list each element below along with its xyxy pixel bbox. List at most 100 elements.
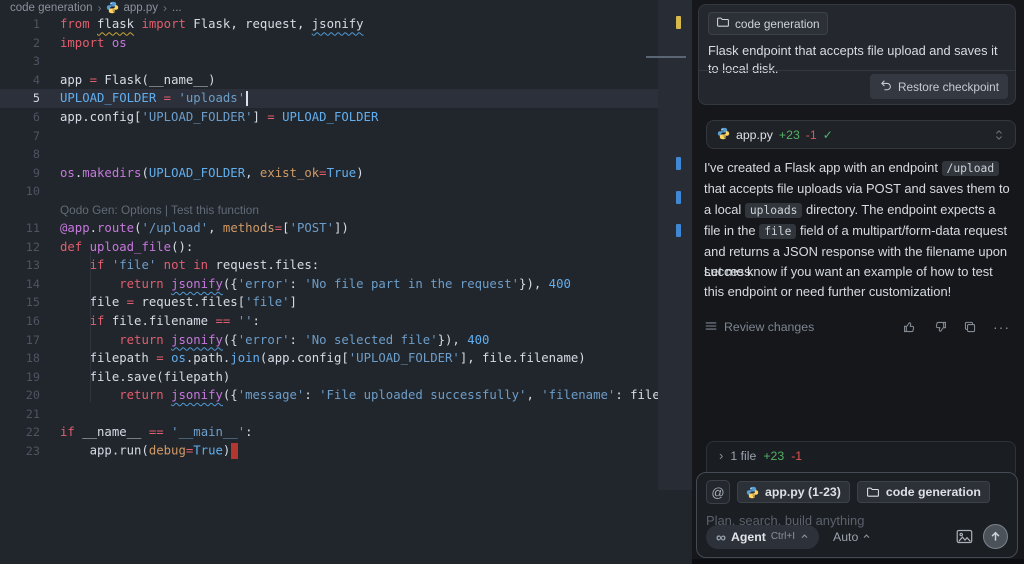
line-number: 5 xyxy=(32,91,40,106)
more-options-icon[interactable]: ··· xyxy=(993,319,1010,335)
check-icon: ✓ xyxy=(822,127,833,142)
line-number: 6 xyxy=(32,110,40,124)
context-chip-code-generation[interactable]: code generation xyxy=(856,481,990,503)
code-line[interactable]: 2 import os xyxy=(0,34,692,53)
line-number: 22 xyxy=(25,425,40,440)
context-chip-app-py-1-23-[interactable]: app.py (1-23) xyxy=(737,481,850,503)
code-line[interactable]: 5 UPLOAD_FOLDER = 'uploads' xyxy=(0,89,692,108)
folder-icon xyxy=(716,15,730,32)
python-icon xyxy=(717,127,730,143)
lines-removed: -1 xyxy=(791,449,803,463)
thumbs-down-icon[interactable] xyxy=(933,320,947,334)
code-line[interactable]: 12 def upload_file(): xyxy=(0,238,692,257)
send-button[interactable] xyxy=(983,524,1008,549)
scrollbar-overview-ruler[interactable] xyxy=(646,0,692,490)
breadcrumb-folder[interactable]: code generation xyxy=(10,2,92,14)
breadcrumb-more[interactable]: ... xyxy=(172,2,182,14)
code-line[interactable]: 9 os.makedirs(UPLOAD_FOLDER, exist_ok=Tru… xyxy=(0,163,692,182)
code-line[interactable]: 15 file = request.files['file'] xyxy=(0,293,692,312)
files-count: 1 file xyxy=(730,449,757,463)
code-line[interactable]: 6 app.config['UPLOAD_FOLDER'] = UPLOAD_FO… xyxy=(0,108,692,127)
text-cursor xyxy=(246,90,248,106)
line-number: 15 xyxy=(25,295,40,310)
chat-composer[interactable]: @ app.py (1-23) code generation Plan, se… xyxy=(696,472,1018,558)
ai-chat-panel: code generation Flask endpoint that acce… xyxy=(692,0,1024,564)
ide-window: code generation › app.py › ... 1 from fla… xyxy=(0,0,1024,564)
code-line[interactable]: 1 from flask import Flask, request, jsoni… xyxy=(0,15,692,34)
lines-added: +23 xyxy=(778,127,800,142)
line-number: 4 xyxy=(32,72,40,87)
list-icon xyxy=(704,319,718,336)
model-selector[interactable]: Auto xyxy=(833,530,871,544)
chevron-up-icon xyxy=(862,532,871,541)
code-line[interactable]: 23 app.run(debug=True) xyxy=(0,442,692,461)
edit-marker xyxy=(231,442,239,459)
panel-bottom-strip xyxy=(692,559,1024,564)
code-line[interactable]: 7 xyxy=(0,126,692,145)
review-changes-link[interactable]: Review changes xyxy=(704,319,814,336)
thumbs-up-icon[interactable] xyxy=(903,320,917,334)
code-line[interactable]: 18 filepath = os.path.join(app.config['U… xyxy=(0,349,692,368)
code-line[interactable]: 3 xyxy=(0,52,692,71)
code-line[interactable]: 16 if file.filename == '': xyxy=(0,312,692,331)
code-line[interactable]: 8 xyxy=(0,145,692,164)
minimap-slider-edge xyxy=(646,56,686,58)
inline-code: /upload xyxy=(941,161,1000,176)
undo-icon xyxy=(879,78,893,95)
line-number: 11 xyxy=(25,221,40,236)
add-context-button[interactable]: @ xyxy=(706,480,730,504)
code-line[interactable]: 21 xyxy=(0,404,692,423)
line-number: 20 xyxy=(25,388,40,403)
code-line[interactable]: 20 return jsonify({'message': 'File uplo… xyxy=(0,386,692,405)
line-number: 18 xyxy=(25,351,40,366)
copy-icon[interactable] xyxy=(963,320,977,334)
line-number: 1 xyxy=(32,17,40,32)
line-number: 2 xyxy=(32,35,40,50)
line-number: 16 xyxy=(25,314,40,329)
divider xyxy=(699,70,1015,71)
indent-guide xyxy=(90,252,91,402)
chevron-right-icon: › xyxy=(719,448,724,463)
diagnostic-marker xyxy=(676,157,681,170)
code-line[interactable]: 10 xyxy=(0,182,692,201)
code-line[interactable]: 22 if __name__ == '__main__': xyxy=(0,423,692,442)
line-number: 7 xyxy=(32,128,40,143)
code-line[interactable]: 17 return jsonify({'error': 'No selected… xyxy=(0,330,692,349)
code-line[interactable]: 14 return jsonify({'error': 'No file par… xyxy=(0,275,692,294)
code-line[interactable]: 13 if 'file' not in request.files: xyxy=(0,256,692,275)
line-number: 13 xyxy=(25,258,40,273)
code-line[interactable]: 19 file.save(filepath) xyxy=(0,367,692,386)
code-line[interactable]: 11 @app.route('/upload', methods=['POST']… xyxy=(0,219,692,238)
line-number: 10 xyxy=(25,184,40,199)
assistant-message: Let me know if you want an example of ho… xyxy=(704,264,993,300)
agent-mode-selector[interactable]: ∞ Agent Ctrl+I xyxy=(706,524,819,549)
task-chip[interactable]: code generation xyxy=(708,12,828,35)
line-number: 17 xyxy=(25,332,40,347)
lines-removed: -1 xyxy=(805,127,817,142)
line-number: 21 xyxy=(25,406,40,421)
inline-code: file xyxy=(759,223,797,239)
diagnostic-marker xyxy=(676,224,681,237)
chevron-up-icon xyxy=(800,532,809,541)
line-number: 23 xyxy=(25,443,40,458)
line-number: 14 xyxy=(25,276,40,291)
infinity-icon: ∞ xyxy=(716,528,726,545)
breadcrumb-separator: › xyxy=(163,1,168,15)
diagnostic-marker xyxy=(676,16,681,29)
expand-collapse-icon[interactable] xyxy=(993,129,1005,141)
inline-code: uploads xyxy=(744,202,803,218)
code-editor[interactable]: code generation › app.py › ... 1 from fla… xyxy=(0,0,692,564)
file-name: app.py xyxy=(736,127,773,142)
line-number: 8 xyxy=(32,147,40,162)
message-footer: Review changes ··· xyxy=(704,318,1010,336)
code-lines[interactable]: 1 from flask import Flask, request, jsoni… xyxy=(0,15,692,460)
codelens[interactable]: Qodo Gen: Options | Test this function xyxy=(0,200,692,219)
changed-file-row[interactable]: app.py +23 -1 ✓ xyxy=(706,120,1016,149)
task-description: Flask endpoint that accepts file upload … xyxy=(708,43,998,76)
line-number: 12 xyxy=(25,239,40,254)
attach-image-icon[interactable] xyxy=(956,529,973,544)
restore-checkpoint-button[interactable]: Restore checkpoint xyxy=(870,74,1008,99)
line-number: 3 xyxy=(32,54,40,69)
code-line[interactable]: 4 app = Flask(__name__) xyxy=(0,71,692,90)
line-number: 9 xyxy=(32,165,40,180)
